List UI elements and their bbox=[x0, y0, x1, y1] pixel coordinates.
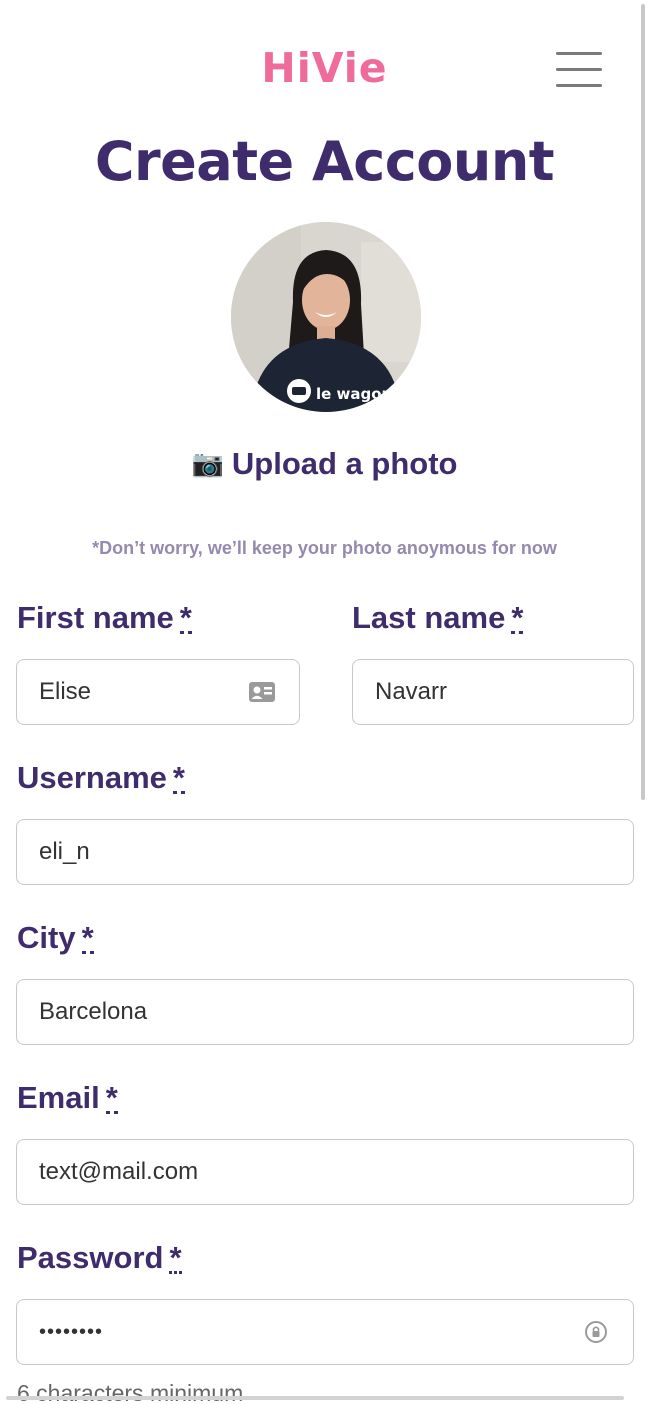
required-marker: * bbox=[172, 760, 185, 795]
email-field[interactable]: text@mail.com bbox=[16, 1139, 634, 1205]
city-label: City * bbox=[17, 920, 94, 955]
upload-photo-button[interactable]: 📷 Upload a photo bbox=[0, 446, 649, 482]
password-hint: 6 characters minimum bbox=[17, 1380, 244, 1404]
username-label: Username * bbox=[17, 760, 185, 795]
page-title: Create Account bbox=[94, 130, 555, 193]
username-field[interactable]: eli_n bbox=[16, 819, 634, 885]
svg-text:le wagon: le wagon bbox=[316, 385, 392, 403]
horizontal-scrollbar[interactable] bbox=[6, 1396, 624, 1400]
top-navbar: HiVie bbox=[0, 0, 649, 130]
password-key-icon[interactable] bbox=[581, 1319, 611, 1345]
email-label: Email * bbox=[17, 1080, 118, 1115]
camera-icon: 📷 bbox=[191, 448, 224, 478]
required-marker: * bbox=[81, 920, 94, 955]
required-marker: * bbox=[179, 600, 192, 635]
last-name-label: Last name * bbox=[352, 600, 524, 635]
last-name-field[interactable]: Navarr bbox=[352, 659, 634, 725]
photo-privacy-note: *Don’t worry, we’ll keep your photo anoy… bbox=[92, 538, 557, 558]
profile-photo: le wagon bbox=[231, 222, 421, 412]
required-marker: * bbox=[105, 1080, 118, 1115]
contact-card-icon[interactable] bbox=[247, 679, 277, 705]
required-marker: * bbox=[511, 600, 524, 635]
first-name-field[interactable]: Elise bbox=[16, 659, 300, 725]
brand-logo[interactable]: HiVie bbox=[0, 44, 649, 92]
password-label: Password * bbox=[17, 1240, 182, 1275]
password-field[interactable]: •••••••• bbox=[16, 1299, 634, 1365]
city-field[interactable]: Barcelona bbox=[16, 979, 634, 1045]
hamburger-menu-icon[interactable] bbox=[556, 52, 602, 88]
required-marker: * bbox=[169, 1240, 182, 1275]
first-name-label: First name * bbox=[17, 600, 192, 635]
upload-photo-label: Upload a photo bbox=[231, 446, 458, 481]
